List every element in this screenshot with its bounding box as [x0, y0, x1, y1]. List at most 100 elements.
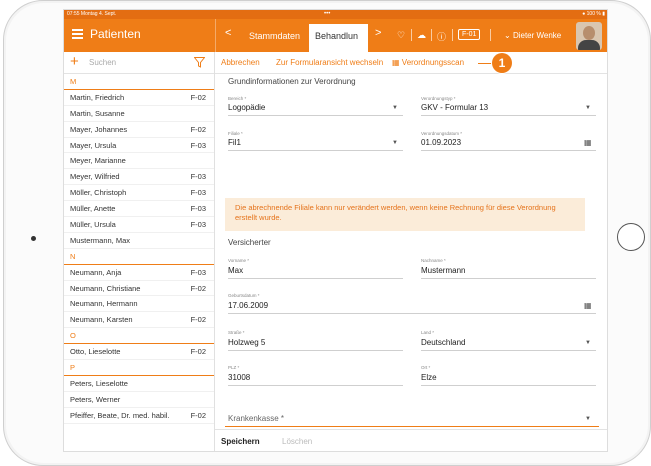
- vorname-field[interactable]: Max: [228, 266, 403, 279]
- avatar[interactable]: [576, 22, 602, 50]
- chevron-down-icon: ▼: [585, 340, 591, 346]
- chevron-down-icon: ▼: [392, 140, 398, 146]
- patient-name: Möller, Christoph: [70, 188, 127, 198]
- plz-field[interactable]: 31008: [228, 373, 403, 386]
- chevron-down-icon: ▼: [585, 416, 591, 422]
- patient-name: Meyer, Marianne: [70, 156, 126, 166]
- battery-level: 100 %: [586, 11, 601, 17]
- list-item[interactable]: Meyer, Marianne: [64, 153, 214, 170]
- search-input[interactable]: Suchen: [89, 58, 116, 67]
- verordnungstyp-select[interactable]: GKV - Formular 13: [421, 103, 596, 116]
- branch-code: F-02: [190, 410, 206, 420]
- camera-icon: [31, 236, 36, 241]
- filiale-select[interactable]: Fil1: [228, 138, 403, 151]
- list-item[interactable]: Mustermann, Max: [64, 233, 214, 249]
- patient-name: Martin, Friedrich: [70, 92, 125, 102]
- battery-icon: ▮: [602, 11, 605, 17]
- branch-code: F-03: [190, 204, 206, 214]
- alphabet-header: N: [64, 249, 214, 265]
- prescription-scan-label: Verordnungsscan: [401, 58, 465, 67]
- ort-label: Ort *: [421, 365, 431, 370]
- verordnungsdatum-field[interactable]: 01.09.2023: [421, 138, 596, 151]
- ort-field[interactable]: Elze: [421, 373, 596, 386]
- geburtsdatum-field[interactable]: 17.06.2009: [228, 301, 596, 314]
- patient-name: Müller, Anette: [70, 204, 116, 214]
- list-item[interactable]: Neumann, Christiane F-02: [64, 281, 214, 297]
- prescription-form: Grundinformationen zur Verordnung Bereic…: [215, 74, 607, 429]
- krankenkasse-select[interactable]: Krankenkasse *: [228, 414, 284, 423]
- list-item[interactable]: Neumann, Anja F-03: [64, 265, 214, 281]
- list-item[interactable]: Pfeiffer, Beate, Dr. med. habil. F-02: [64, 408, 214, 424]
- list-item[interactable]: Neumann, Karsten F-02: [64, 312, 214, 329]
- add-patient-icon[interactable]: +: [70, 53, 79, 70]
- filter-icon[interactable]: [194, 57, 205, 68]
- divider: [215, 19, 216, 52]
- list-item[interactable]: Müller, Ursula F-03: [64, 217, 214, 233]
- patient-name: Martin, Susanne: [70, 108, 125, 118]
- chevron-down-icon: ⌄: [504, 31, 511, 40]
- bereich-label: Bereich *: [228, 96, 247, 101]
- list-item[interactable]: Peters, Werner: [64, 392, 214, 408]
- list-item[interactable]: Möller, Christoph F-03: [64, 185, 214, 202]
- branch-badge[interactable]: F-01: [458, 29, 481, 40]
- alphabet-header: P: [64, 360, 214, 376]
- divider: [452, 29, 453, 41]
- tab-behandlung[interactable]: Behandlun: [309, 24, 368, 52]
- list-item[interactable]: Meyer, Wilfried F-03: [64, 169, 214, 186]
- bereich-select[interactable]: Logopädie: [228, 103, 403, 116]
- scan-icon: ▦: [392, 58, 400, 67]
- cloud-icon[interactable]: ☁: [417, 30, 426, 41]
- list-item[interactable]: Neumann, Hermann: [64, 296, 214, 313]
- calendar-icon[interactable]: ▦: [584, 138, 592, 147]
- branch-code: F-03: [190, 267, 206, 277]
- patient-name: Neumann, Hermann: [70, 299, 138, 309]
- status-dots: •••: [324, 11, 331, 17]
- home-button[interactable]: [617, 223, 645, 251]
- top-bar: Patienten < Stammdaten Behandlun > ♡ ☁ ⓘ…: [64, 19, 607, 52]
- list-item[interactable]: Mayer, Johannes F-02: [64, 122, 214, 138]
- patient-name: Mayer, Johannes: [70, 124, 128, 134]
- delete-button[interactable]: Löschen: [282, 437, 312, 446]
- user-menu[interactable]: ⌄ Dieter Wenke: [504, 31, 561, 40]
- filiale-label: Filiale *: [228, 131, 243, 136]
- vorname-label: Vorname *: [228, 258, 250, 263]
- patient-name: Peters, Werner: [70, 394, 121, 404]
- status-battery: ● 100 % ▮: [582, 10, 605, 19]
- list-item[interactable]: Martin, Friedrich F-02: [64, 90, 214, 106]
- search-bar: + Suchen: [64, 52, 214, 74]
- nav-forward-button[interactable]: >: [375, 27, 381, 39]
- section-title-insured: Versicherter: [228, 238, 271, 247]
- list-item[interactable]: Peters, Lieselotte: [64, 376, 214, 392]
- geburtsdatum-label: Geburtsdatum *: [228, 293, 260, 298]
- nachname-label: Nachname *: [421, 258, 446, 263]
- save-button[interactable]: Speichern: [221, 437, 260, 446]
- nachname-field[interactable]: Mustermann: [421, 266, 596, 279]
- nav-back-button[interactable]: <: [225, 27, 231, 39]
- patient-name: Neumann, Anja: [70, 267, 122, 277]
- branch-code: F-02: [190, 315, 206, 325]
- wifi-icon: ●: [582, 11, 586, 17]
- help-icon[interactable]: ⓘ: [437, 30, 446, 43]
- patient-name: Neumann, Christiane: [70, 283, 141, 293]
- branch-code: F-02: [190, 124, 206, 134]
- list-item[interactable]: Otto, Lieselotte F-02: [64, 344, 214, 361]
- tab-stammdaten[interactable]: Stammdaten: [249, 31, 300, 41]
- calendar-icon[interactable]: ▦: [584, 301, 592, 310]
- cancel-button[interactable]: Abbrechen: [221, 58, 260, 67]
- land-select[interactable]: Deutschland: [421, 338, 596, 351]
- divider: [411, 29, 412, 41]
- list-item[interactable]: Martin, Susanne: [64, 106, 214, 122]
- hamburger-menu-icon[interactable]: [72, 29, 83, 39]
- verordnungstyp-label: Verordnungstyp *: [421, 96, 456, 101]
- list-item[interactable]: Müller, Anette F-03: [64, 201, 214, 218]
- prescription-scan-button[interactable]: ▦ Verordnungsscan: [392, 58, 464, 67]
- strasse-field[interactable]: Holzweg 5: [228, 338, 403, 351]
- bell-icon[interactable]: ♡: [397, 30, 405, 41]
- chevron-down-icon: ▼: [585, 105, 591, 111]
- divider: [490, 29, 491, 41]
- warning-message: Die abrechnende Filiale kann nur verände…: [225, 198, 585, 231]
- callout-line: [478, 63, 492, 64]
- patient-sidebar: + Suchen M Martin, Friedrich F-02 Martin, S…: [64, 52, 215, 451]
- list-item[interactable]: Mayer, Ursula F-03: [64, 138, 214, 154]
- switch-form-view-button[interactable]: Zur Formularansicht wechseln: [276, 58, 383, 67]
